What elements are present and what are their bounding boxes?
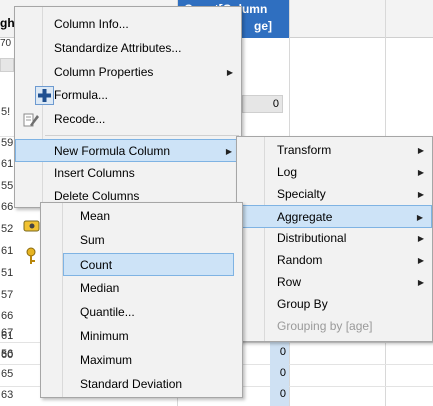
menu-item-label: Recode... <box>54 112 106 126</box>
menu-item-recode[interactable]: Recode... <box>15 108 241 131</box>
submenu-arrow-icon: ▶ <box>417 146 424 155</box>
table-cell: 61 <box>1 245 14 257</box>
count-cell: 0 <box>279 346 286 358</box>
menu-item-count[interactable]: Count <box>63 253 234 276</box>
submenu-arrow-icon: ▶ <box>226 68 233 77</box>
recode-pencil-icon <box>23 111 41 129</box>
menu-item-label: Mean <box>80 209 111 223</box>
menu-item-sum[interactable]: Sum <box>41 229 242 252</box>
new-formula-column-submenu: Transform ▶ Log ▶ Specialty ▶ Aggregate … <box>236 136 433 342</box>
menu-item-standardize-attributes[interactable]: Standardize Attributes... <box>15 37 241 60</box>
menu-item-column-info[interactable]: Column Info... <box>15 13 241 36</box>
menu-item-new-formula-column[interactable]: New Formula Column ▶ <box>15 139 241 162</box>
menu-item-group-by[interactable]: Group By <box>237 293 432 316</box>
submenu-arrow-icon: ▶ <box>416 213 423 222</box>
submenu-arrow-icon: ▶ <box>417 190 424 199</box>
menu-item-insert-columns[interactable]: Insert Columns <box>15 162 241 185</box>
menu-item-label: Count <box>80 258 113 272</box>
menu-item-label: Standard Deviation <box>80 377 183 391</box>
menu-item-label: Log <box>277 165 298 179</box>
submenu-arrow-icon: ▶ <box>417 234 424 243</box>
count-cell: 0 <box>279 388 286 400</box>
menu-separator <box>45 135 239 136</box>
menu-item-row[interactable]: Row ▶ <box>237 271 432 294</box>
menu-item-label: Specialty <box>277 187 326 201</box>
table-cell: 66 <box>1 310 14 322</box>
menu-item-maximum[interactable]: Maximum <box>41 349 242 372</box>
menu-item-transform[interactable]: Transform ▶ <box>237 139 432 162</box>
menu-item-label: Standardize Attributes... <box>54 41 182 55</box>
table-cell: 57 <box>1 289 14 301</box>
column-context-menu: Column Info... Standardize Attributes...… <box>14 6 242 264</box>
table-cell: 65 <box>1 368 14 380</box>
menu-item-label: Group By <box>277 297 328 311</box>
left-cell-top: 70 <box>0 38 12 49</box>
menu-item-grouping-by-age: Grouping by [age] <box>237 315 432 338</box>
menu-item-label: Row <box>277 275 302 289</box>
table-cell: 5! <box>1 106 11 118</box>
submenu-arrow-icon: ▶ <box>417 168 424 177</box>
menu-item-label: Distributional <box>277 231 347 245</box>
menu-item-label: Aggregate <box>277 210 333 224</box>
menu-item-aggregate[interactable]: Aggregate ▶ <box>237 205 432 228</box>
table-cell: 56 <box>1 348 14 360</box>
label-key-icon <box>25 247 37 265</box>
menu-item-label: Insert Columns <box>54 166 135 180</box>
table-cell: 63 <box>1 389 14 401</box>
menu-item-log[interactable]: Log ▶ <box>237 161 432 184</box>
table-cell: 55 <box>1 180 14 192</box>
menu-item-label: Random <box>277 253 323 267</box>
menu-item-specialty[interactable]: Specialty ▶ <box>237 183 432 206</box>
menu-item-quantile[interactable]: Quantile... <box>41 301 242 324</box>
formula-plus-icon <box>35 86 54 105</box>
left-cell-gray <box>0 58 14 72</box>
menu-item-label: Column Info... <box>54 17 129 31</box>
count-summary-cell: 0 <box>242 95 283 113</box>
menu-item-label: Sum <box>80 233 105 247</box>
table-cell: 61 <box>1 330 14 342</box>
menu-item-column-properties[interactable]: Column Properties ▶ <box>15 61 241 84</box>
menu-item-minimum[interactable]: Minimum <box>41 325 242 348</box>
aggregate-submenu: Mean Sum Count Median Quantile... Minimu… <box>40 202 243 398</box>
menu-item-label: New Formula Column <box>54 144 171 158</box>
menu-item-label: Maximum <box>80 353 133 367</box>
menu-item-label: Formula... <box>54 88 109 102</box>
submenu-arrow-icon: ▶ <box>225 147 232 156</box>
table-cell: 66 <box>1 201 14 213</box>
submenu-arrow-icon: ▶ <box>417 256 424 265</box>
menu-item-label: Transform <box>277 143 332 157</box>
menu-item-distributional[interactable]: Distributional ▶ <box>237 227 432 250</box>
menu-item-label: Minimum <box>80 329 129 343</box>
menu-item-label: Column Properties <box>54 65 154 79</box>
menu-item-standard-deviation[interactable]: Standard Deviation <box>41 373 242 396</box>
menu-item-formula[interactable]: Formula... <box>15 84 241 107</box>
menu-item-random[interactable]: Random ▶ <box>237 249 432 272</box>
table-cell: 51 <box>1 267 14 279</box>
hide-eye-icon <box>23 219 41 233</box>
table-cell: 52 <box>1 223 14 235</box>
menu-item-label: Median <box>80 281 120 295</box>
menu-item-label: Grouping by [age] <box>277 319 373 333</box>
count-cell: 0 <box>279 367 286 379</box>
table-cell: 59 <box>1 137 14 149</box>
table-cell: 61 <box>1 158 14 170</box>
menu-item-label: Quantile... <box>80 305 135 319</box>
menu-item-median[interactable]: Median <box>41 277 242 300</box>
menu-item-mean[interactable]: Mean <box>41 205 242 228</box>
submenu-arrow-icon: ▶ <box>417 278 424 287</box>
